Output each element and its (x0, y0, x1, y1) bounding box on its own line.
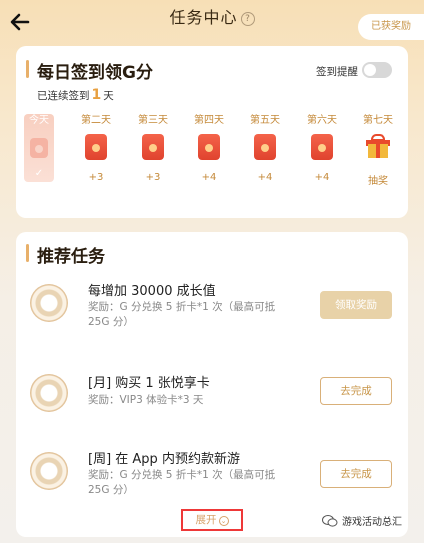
chevron-down-icon: ⌄ (218, 516, 229, 526)
task-badge-icon (30, 374, 68, 412)
streak-text: 已连续签到 1 天 (37, 87, 114, 103)
red-envelope-icon (254, 134, 276, 160)
day-3: 第三天 +3 (135, 114, 171, 183)
go-complete-button[interactable]: 去完成 (320, 377, 392, 405)
red-envelope-icon (311, 134, 333, 160)
recommend-title: 推荐任务 (37, 247, 105, 267)
day-label: 第四天 (194, 115, 224, 126)
expand-button[interactable]: 展开 ⌄ (181, 509, 243, 531)
help-icon[interactable]: ? (240, 12, 255, 26)
streak-suffix: 天 (103, 90, 114, 102)
wechat-icon (322, 515, 338, 527)
section-accent-bar (26, 244, 29, 262)
top-bar: 任务中心? 已获奖励 (0, 0, 424, 44)
task-desc: 奖励：G 分兑换 5 折卡*1 次（最高可抵 25G 分） (88, 301, 276, 328)
streak-days: 1 (91, 87, 102, 103)
task-desc: 奖励：G 分兑换 5 折卡*1 次（最高可抵 25G 分） (88, 469, 276, 496)
task-row: [月] 购买 1 张悦享卡 奖励：VIP3 体验卡*3 天 去完成 (16, 372, 408, 422)
gift-icon (366, 134, 390, 160)
task-badge-icon (30, 284, 68, 322)
red-envelope-icon (198, 134, 220, 160)
day-reward: +3 (88, 172, 104, 183)
expand-label: 展开 (195, 514, 217, 526)
page-title-text: 任务中心 (169, 8, 238, 27)
red-envelope-icon (142, 134, 164, 160)
checked-icon: ✓ (34, 168, 44, 179)
task-row: [周] 在 App 内预约款新游 奖励：G 分兑换 5 折卡*1 次（最高可抵 … (16, 448, 408, 508)
day-label: 今天 (29, 115, 49, 126)
day-2: 第二天 +3 (78, 114, 114, 183)
red-envelope-icon (30, 138, 48, 158)
task-title: 每增加 30000 成长值 (88, 284, 216, 299)
reminder-toggle[interactable] (362, 62, 392, 78)
day-reward: +4 (257, 172, 273, 183)
day-4: 第四天 +4 (191, 114, 227, 183)
signin-title: 每日签到领G分 (37, 63, 153, 83)
watermark-text: 游戏活动总汇 (342, 517, 402, 528)
day-reward: 抽奖 (368, 176, 388, 187)
day-5: 第五天 +4 (247, 114, 283, 183)
day-label: 第三天 (138, 115, 168, 126)
red-envelope-icon (85, 134, 107, 160)
day-reward: +4 (201, 172, 217, 183)
day-label: 第五天 (250, 115, 280, 126)
go-complete-button[interactable]: 去完成 (320, 460, 392, 488)
day-7: 第七天 抽奖 (360, 114, 396, 187)
section-accent-bar (26, 60, 29, 78)
earned-rewards-button[interactable]: 已获奖励 (358, 14, 424, 40)
day-label: 第七天 (363, 115, 393, 126)
day-reward: +3 (145, 172, 161, 183)
day-label: 第二天 (81, 115, 111, 126)
recommend-card: 推荐任务 每增加 30000 成长值 奖励：G 分兑换 5 折卡*1 次（最高可… (16, 232, 408, 537)
streak-prefix: 已连续签到 (37, 90, 90, 102)
task-title: [周] 在 App 内预约款新游 (88, 452, 240, 467)
signin-card: 每日签到领G分 已连续签到 1 天 签到提醒 今天 ✓ 第二天 +3 第三天 +3 … (16, 46, 408, 218)
day-today: 今天 ✓ (24, 114, 54, 182)
reminder-label: 签到提醒 (316, 66, 358, 78)
task-desc: 奖励：VIP3 体验卡*3 天 (88, 394, 204, 406)
day-reward: +4 (314, 172, 330, 183)
watermark: 游戏活动总汇 (322, 513, 402, 528)
day-6: 第六天 +4 (304, 114, 340, 183)
claim-reward-button[interactable]: 领取奖励 (320, 291, 392, 319)
task-row: 每增加 30000 成长值 奖励：G 分兑换 5 折卡*1 次（最高可抵 25G… (16, 280, 408, 340)
day-label: 第六天 (307, 115, 337, 126)
task-title: [月] 购买 1 张悦享卡 (88, 376, 210, 391)
task-badge-icon (30, 452, 68, 490)
